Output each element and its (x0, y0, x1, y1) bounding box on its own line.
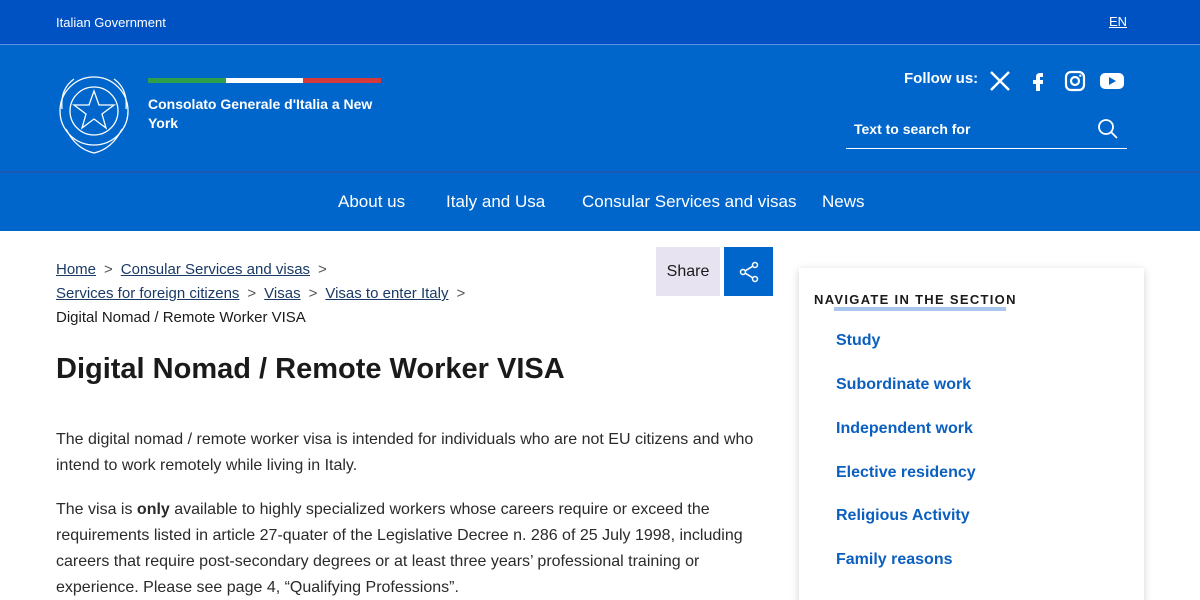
heading-underline (834, 307, 1006, 311)
breadcrumb-consular-services[interactable]: Consular Services and visas (121, 261, 310, 278)
search-field[interactable]: Text to search for (846, 113, 1127, 149)
follow-us-label: Follow us: (904, 70, 979, 87)
breadcrumb: Home > Consular Services and visas > Servic… (56, 258, 616, 330)
sidebar-item-religious-activity[interactable]: Religious Activity (836, 507, 970, 525)
sidebar-item-elective-residency[interactable]: Elective residency (836, 464, 976, 482)
breadcrumb-separator: > (104, 261, 113, 278)
intro-paragraph: The digital nomad / remote worker visa i… (56, 431, 754, 474)
paragraph-text: The visa is (56, 501, 137, 518)
youtube-icon[interactable] (1099, 68, 1125, 94)
section-navigation: NAVIGATE IN THE SECTION Study Subordinat… (799, 268, 1144, 600)
breadcrumb-separator: > (456, 285, 466, 302)
search-placeholder[interactable]: Text to search for (854, 121, 970, 137)
x-icon[interactable] (987, 68, 1013, 94)
government-label[interactable]: Italian Government (56, 15, 166, 30)
nav-item-italy-and-usa[interactable]: Italy and Usa (446, 192, 545, 212)
breadcrumb-visas-to-enter-italy[interactable]: Visas to enter Italy (325, 285, 448, 302)
share-button[interactable] (724, 247, 773, 296)
consolate-name[interactable]: Consolato Generale d'Italia a New York (148, 95, 388, 133)
nav-item-about-us[interactable]: About us (338, 192, 405, 212)
share-icon (739, 261, 758, 282)
breadcrumb-visas[interactable]: Visas (264, 285, 300, 302)
main-nav: About us Italy and Usa Consular Services… (0, 171, 1200, 231)
site-header: Consolato Generale d'Italia a New York F… (0, 45, 1200, 171)
breadcrumb-separator: > (247, 285, 257, 302)
paragraph-bold: only (136, 501, 170, 518)
page-title: Digital Nomad / Remote Worker VISA (56, 353, 565, 385)
eligibility-paragraph: The visa is only available to highly spe… (56, 497, 756, 600)
sidebar-item-independent-work[interactable]: Independent work (836, 420, 973, 438)
sidebar-item-family-reasons[interactable]: Family reasons (836, 551, 953, 569)
instagram-icon[interactable] (1062, 68, 1088, 94)
nav-item-news[interactable]: News (822, 192, 865, 212)
republic-emblem-icon[interactable] (56, 69, 132, 157)
breadcrumb-home[interactable]: Home (56, 261, 96, 278)
top-bar: Italian Government EN (0, 0, 1200, 45)
sidebar-item-study[interactable]: Study (836, 332, 880, 350)
language-switch[interactable]: EN (1109, 14, 1127, 29)
breadcrumb-separator: > (318, 261, 327, 278)
section-nav-heading: NAVIGATE IN THE SECTION (814, 292, 1017, 307)
breadcrumb-current: Digital Nomad / Remote Worker VISA (56, 309, 306, 326)
share-label[interactable]: Share (656, 247, 720, 296)
italian-flag-stripe (148, 78, 382, 83)
nav-item-consular-services[interactable]: Consular Services and visas (582, 192, 796, 212)
breadcrumb-separator: > (308, 285, 318, 302)
facebook-icon[interactable] (1025, 68, 1051, 94)
sidebar-item-subordinate-work[interactable]: Subordinate work (836, 376, 971, 394)
search-icon[interactable] (1097, 118, 1119, 140)
breadcrumb-foreign-citizens[interactable]: Services for foreign citizens (56, 285, 239, 302)
